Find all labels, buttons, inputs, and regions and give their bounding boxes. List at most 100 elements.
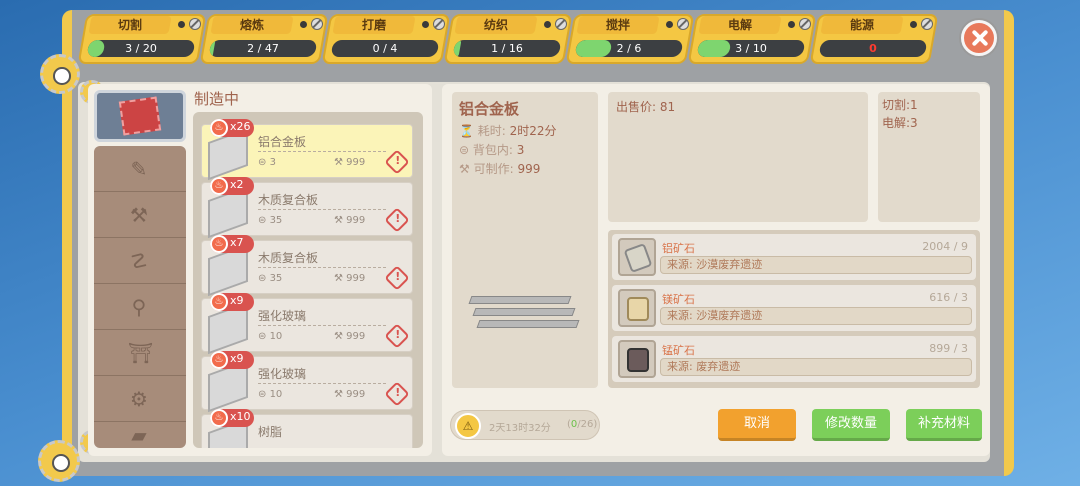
warning-icon[interactable] xyxy=(384,207,410,233)
list-item[interactable]: ♨ x9 强化玻璃 ⊜ 10 ⚒ 999 xyxy=(201,351,413,413)
flame-icon: ♨ xyxy=(210,177,228,195)
tab-polishing[interactable]: 打磨 0 / 4 xyxy=(321,14,451,66)
list-item[interactable]: ♨ x7 木质复合板 ⊜ 35 ⚒ 999 xyxy=(201,235,413,297)
tab-mixing[interactable]: 搅拌 2 / 6 xyxy=(565,14,695,66)
count-badge: ♨ x7 xyxy=(210,235,254,253)
count-badge: ♨ x10 xyxy=(210,409,254,427)
bag-row: ⊜ 背包内: 3 xyxy=(459,143,525,157)
tab-cutting[interactable]: 切割 3 / 20 xyxy=(77,14,207,66)
flame-icon: ♨ xyxy=(210,235,228,253)
progress-bar: 2 / 47 xyxy=(208,40,318,57)
disabled-icon xyxy=(921,18,933,30)
category-item-tools[interactable]: ⚒ xyxy=(94,192,186,238)
warning-icon[interactable] xyxy=(384,149,410,175)
progress-bar: 1 / 16 xyxy=(452,40,562,57)
tab-smelting[interactable]: 熔炼 2 / 47 xyxy=(199,14,329,66)
cost-electrolysis: 电解:3 xyxy=(882,116,918,130)
craftable-count: ⚒ 999 xyxy=(334,273,366,284)
refill-materials-button[interactable]: 补充材料 xyxy=(906,409,982,441)
material-row[interactable]: 铝矿石 2004 / 9 来源: 沙漠废弃遗迹 xyxy=(612,234,976,280)
tab-weaving[interactable]: 纺织 1 / 16 xyxy=(443,14,573,66)
tab-label: 搅拌 xyxy=(605,18,630,32)
material-thumbnail xyxy=(618,340,656,378)
tab-label: 电解 xyxy=(727,18,752,32)
flame-icon: ♨ xyxy=(210,409,228,427)
category-item-parts[interactable]: ⚙ xyxy=(94,376,186,422)
status-dot-icon xyxy=(178,21,185,28)
modify-quantity-button[interactable]: 修改数量 xyxy=(812,409,890,441)
craftable-count: ⚒ 999 xyxy=(334,389,366,400)
completed-count: (0/26) xyxy=(567,419,598,430)
category-item-active[interactable] xyxy=(94,90,186,142)
remaining-time: 2天13时32分 xyxy=(489,423,551,434)
material-count: 616 / 3 xyxy=(929,291,968,304)
cost-cutting: 切割:1 xyxy=(882,98,918,112)
list-item[interactable]: ♨ x9 强化玻璃 ⊜ 10 ⚒ 999 xyxy=(201,293,413,355)
item-name: 铝合金板 xyxy=(258,135,307,149)
progress-text: 2 / 47 xyxy=(247,42,279,55)
material-count: 899 / 3 xyxy=(929,342,968,355)
category-item-pen[interactable]: ✎ xyxy=(94,146,186,192)
table-icon: ⛩ xyxy=(128,341,154,365)
tools-icon: ⚒ xyxy=(130,203,148,227)
crafting-queue-list: ♨x26 铝合金板 ⊜ 3 ⚒ 999 ♨x2 木质复合板 ⊜ 35 ⚒ 999… xyxy=(193,112,423,448)
material-thumbnail xyxy=(618,289,656,327)
material-name: 铝矿石 xyxy=(662,242,695,255)
cancel-button[interactable]: 取消 xyxy=(718,409,796,441)
progress-text: 0 xyxy=(869,42,877,55)
time-row: ⏳ 耗时: 2时22分 xyxy=(459,124,557,138)
tab-electrolysis[interactable]: 电解 3 / 10 xyxy=(687,14,817,66)
count-badge: ♨ x9 xyxy=(210,293,254,311)
item-name: 强化玻璃 xyxy=(258,367,307,381)
material-name: 镁矿石 xyxy=(662,293,695,306)
count-badge: ♨ x2 xyxy=(210,177,254,195)
progress-text: 3 / 20 xyxy=(125,42,157,55)
category-sidebar: ✎ ⚒ ☡ ⚲ ⛩ ⚙ ▰ xyxy=(94,88,186,448)
aluminum-plate-image xyxy=(468,296,580,332)
progress-text: 1 / 16 xyxy=(491,42,523,55)
craftable-count: ⚒ 999 xyxy=(334,215,366,226)
craftable-row: ⚒ 可制作: 999 xyxy=(459,162,541,176)
section-title: 制造中 xyxy=(194,90,240,108)
category-item-furniture[interactable]: ⛩ xyxy=(94,330,186,376)
warning-icon[interactable] xyxy=(384,323,410,349)
sell-price: 出售价: 81 xyxy=(616,100,676,114)
gear-icon xyxy=(40,54,80,94)
category-item-hook[interactable]: ☡ xyxy=(94,238,186,284)
bag-count: ⊜ 10 xyxy=(258,389,283,400)
gear-icon xyxy=(38,440,80,482)
warning-icon: ⚠ xyxy=(455,413,481,439)
material-row[interactable]: 锰矿石 899 / 3 来源: 废弃遗迹 xyxy=(612,336,976,382)
pen-icon: ✎ xyxy=(130,157,148,181)
material-thumbnail xyxy=(618,238,656,276)
material-source: 来源: 沙漠废弃遗迹 xyxy=(660,256,972,274)
list-item[interactable]: ♨ x26 铝合金板 ⊜ 3 ⚒ 999 xyxy=(201,119,413,181)
material-row[interactable]: 镁矿石 616 / 3 来源: 沙漠废弃遗迹 xyxy=(612,285,976,331)
progress-bar: 3 / 10 xyxy=(696,40,806,57)
count-badge: ♨ x26 xyxy=(210,119,254,137)
material-source: 来源: 沙漠废弃遗迹 xyxy=(660,307,972,325)
list-item[interactable]: ♨ x2 木质复合板 ⊜ 35 ⚒ 999 xyxy=(201,177,413,239)
progress-text: 0 / 4 xyxy=(372,42,398,55)
progress-text: 3 / 10 xyxy=(735,42,767,55)
sell-price-box: 出售价: 81 xyxy=(608,92,868,222)
bag-count: ⊜ 10 xyxy=(258,331,283,342)
disabled-icon xyxy=(189,18,201,30)
tab-label: 纺织 xyxy=(483,18,508,32)
process-cost-box: 切割:1 电解:3 xyxy=(878,92,980,222)
disabled-icon xyxy=(311,18,323,30)
warning-icon[interactable] xyxy=(384,265,410,291)
category-item-material[interactable]: ▰ xyxy=(94,422,186,448)
tab-energy[interactable]: 能源 0 xyxy=(809,14,939,66)
disabled-icon xyxy=(799,18,811,30)
warning-icon[interactable] xyxy=(384,381,410,407)
close-icon[interactable] xyxy=(961,20,997,56)
list-item[interactable]: ♨ x10 树脂 xyxy=(201,409,413,448)
bag-count: ⊜ 35 xyxy=(258,273,283,284)
disabled-icon xyxy=(433,18,445,30)
progress-bar: 2 / 6 xyxy=(574,40,684,57)
category-item-food[interactable]: ⚲ xyxy=(94,284,186,330)
broom-icon xyxy=(118,96,162,136)
gear-icon: ⚙ xyxy=(130,387,148,411)
detail-title: 铝合金板 xyxy=(459,100,520,118)
